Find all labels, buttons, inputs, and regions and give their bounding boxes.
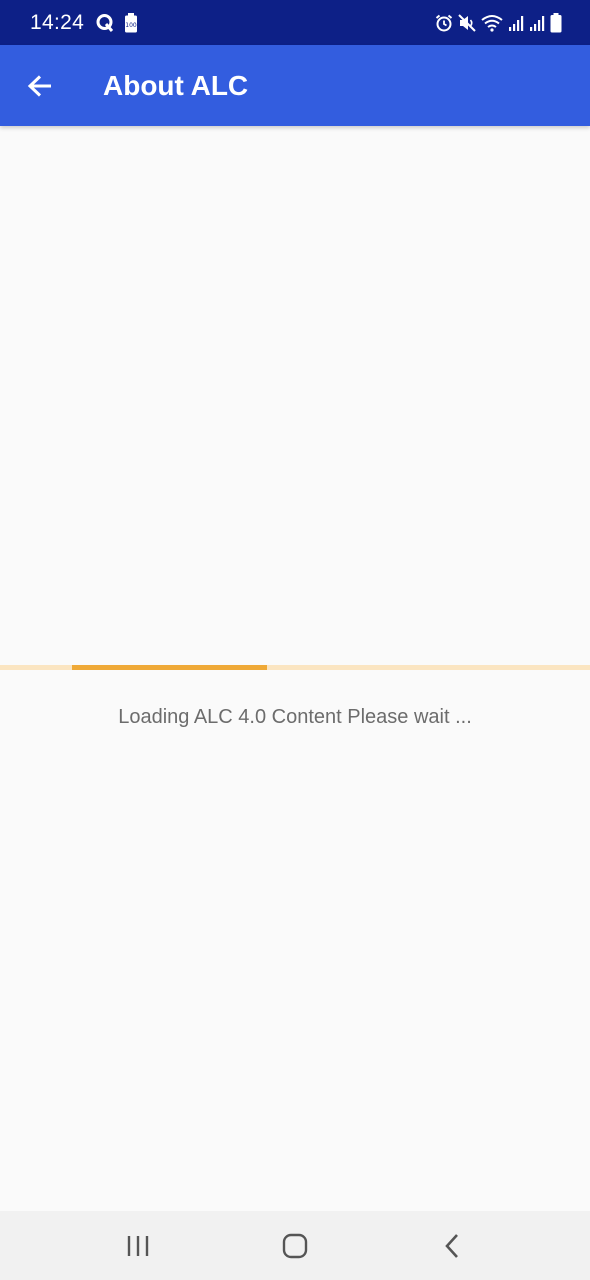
page-title: About ALC bbox=[103, 69, 249, 101]
recent-apps-icon bbox=[126, 1235, 150, 1257]
back-icon bbox=[444, 1233, 460, 1259]
status-bar: 14:24 100 bbox=[0, 0, 590, 45]
progress-indicator bbox=[72, 665, 267, 670]
status-right-icons bbox=[435, 12, 562, 33]
home-button[interactable] bbox=[255, 1216, 335, 1276]
back-button[interactable] bbox=[0, 45, 80, 126]
loading-progress-bar bbox=[0, 665, 590, 670]
mute-icon bbox=[458, 13, 476, 32]
status-left-icons: 100 bbox=[96, 12, 138, 33]
status-time: 14:24 bbox=[30, 10, 85, 34]
signal-2-icon bbox=[529, 14, 545, 32]
alarm-icon bbox=[435, 14, 453, 32]
wifi-icon bbox=[481, 14, 503, 32]
signal-1-icon bbox=[508, 14, 524, 32]
home-icon bbox=[282, 1233, 308, 1259]
arrow-back-icon bbox=[27, 74, 53, 98]
battery-saver-icon: 100 bbox=[124, 12, 138, 33]
nav-back-button[interactable] bbox=[412, 1216, 492, 1276]
recent-apps-button[interactable] bbox=[98, 1216, 178, 1276]
svg-text:100: 100 bbox=[125, 22, 137, 29]
system-nav-bar bbox=[0, 1211, 590, 1280]
battery-icon bbox=[550, 12, 562, 33]
q-notification-icon bbox=[96, 13, 114, 33]
app-bar: About ALC bbox=[0, 45, 590, 126]
loading-message: Loading ALC 4.0 Content Please wait ... bbox=[118, 706, 472, 728]
